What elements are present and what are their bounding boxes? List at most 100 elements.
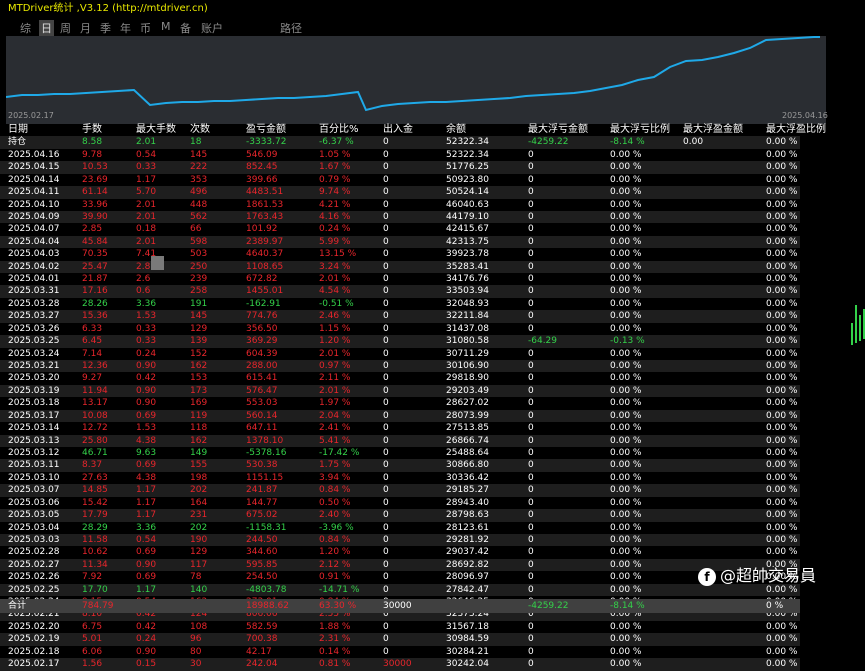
cell-pct: 2.01 % [319, 385, 351, 396]
cell-pnl: 1378.10 [246, 435, 284, 446]
cell-balance: 31437.08 [446, 323, 489, 334]
total-mfl: -4259.22 [528, 601, 569, 611]
table-row: 2025.03.20 9.27 0.42 153 615.41 2.11 % 0 29818.… [0, 372, 800, 384]
cell-flow: 0 [383, 385, 389, 396]
cell-pnl: 546.09 [246, 149, 278, 160]
cell-balance: 28123.61 [446, 522, 489, 533]
cell-pnl: 2389.97 [246, 236, 284, 247]
tab-9[interactable]: 账户 [201, 20, 223, 36]
table-row: 2025.03.06 15.42 1.17 164 144.77 0.50 % 0 28943… [0, 497, 800, 509]
cell-balance: 28096.97 [446, 572, 489, 583]
cell-pct: 0.84 % [319, 534, 351, 545]
cell-count: 191 [190, 298, 208, 309]
tab-7[interactable]: M [161, 20, 171, 33]
facebook-logo-icon: f [698, 567, 716, 586]
cell-pnl: 530.38 [246, 460, 278, 471]
cell-flow: 0 [383, 149, 389, 160]
cell-date: 2025.03.03 [8, 534, 60, 545]
cell-mflp: 0.00 % [610, 398, 642, 409]
cell-flow: 0 [383, 646, 389, 657]
cell-count: 129 [190, 547, 208, 558]
cell-mfl: 0 [528, 559, 534, 570]
table-row: 2025.02.17 1.56 0.15 30 242.04 0.81 % 30000 302… [0, 658, 800, 671]
table-row: 2025.03.28 28.26 3.36 191 -162.91 -0.51 % 0 320… [0, 298, 800, 310]
table-row: 2025.04.16 9.78 0.54 145 546.09 1.05 % 0 52322.… [0, 149, 800, 161]
cell-date: 2025.04.07 [8, 224, 60, 235]
cell-mfl: 0 [528, 385, 534, 396]
total-mflp: -8.14 % [610, 601, 645, 611]
cell-mflp: 0.00 % [610, 497, 642, 508]
cell-pct: 1.15 % [319, 323, 351, 334]
cell-mfpp: 0.00 % [766, 348, 798, 359]
cell-pnl: 700.38 [246, 634, 278, 645]
table-row: 2025.03.24 7.14 0.24 152 604.39 2.01 % 0 30711.… [0, 348, 800, 360]
cell-pnl: 4483.51 [246, 187, 284, 198]
table-row: 2025.04.02 25.47 2.81 250 1108.65 3.24 % 0 3528… [0, 260, 800, 274]
cell-balance: 35283.41 [446, 261, 489, 272]
cell-max_lots: 1.17 [136, 174, 157, 185]
cell-mfpp: 0.00 % [766, 659, 798, 670]
cell-mfl: 0 [528, 224, 534, 235]
cell-max_lots: 0.33 [136, 323, 157, 334]
cell-count: 598 [190, 236, 208, 247]
cell-flow: 0 [383, 485, 389, 496]
cell-balance: 30284.21 [446, 646, 489, 657]
cell-date: 2025.03.25 [8, 336, 60, 347]
cell-count: 次数 [190, 124, 210, 135]
cell-mflp: 0.00 % [610, 274, 642, 285]
cell-mfpp: 0.00 % [766, 261, 798, 272]
cell-balance: 34176.76 [446, 274, 489, 285]
tab-8[interactable]: 备 [180, 20, 191, 36]
cell-mfl: 0 [528, 274, 534, 285]
cell-lots: 10.53 [82, 162, 108, 173]
cell-mfpp: 0.00 % [766, 274, 798, 285]
table-row: 2025.02.26 7.92 0.69 78 254.50 0.91 % 0 28096.9… [0, 571, 800, 583]
cell-pnl: 1763.43 [246, 211, 284, 222]
cell-count: 353 [190, 174, 208, 185]
cell-pct: 2.01 % [319, 348, 351, 359]
tab-5[interactable]: 年 [120, 20, 131, 36]
cell-mfpp: 最大浮盈比例 [766, 124, 826, 135]
cell-balance: 30242.04 [446, 659, 489, 670]
cell-balance: 28692.82 [446, 559, 489, 570]
cell-count: 66 [190, 224, 202, 235]
cell-date: 2025.03.20 [8, 373, 60, 384]
cell-mflp: 0.00 % [610, 646, 642, 657]
tab-4[interactable]: 季 [100, 20, 111, 36]
tab-10[interactable]: 路径 [280, 20, 302, 36]
cell-flow: 0 [383, 174, 389, 185]
cell-lots: 28.26 [82, 298, 108, 309]
cell-mfpp: 0.00 % [766, 249, 798, 260]
cell-mfpp: 0.00 % [766, 510, 798, 521]
cell-flow: 0 [383, 187, 389, 198]
cell-count: 145 [190, 149, 208, 160]
tab-3[interactable]: 月 [80, 20, 91, 36]
cell-date: 2025.02.28 [8, 547, 60, 558]
cell-lots: 12.36 [82, 361, 108, 372]
cell-max_lots: 0.18 [136, 224, 157, 235]
tab-0[interactable]: 综 [20, 20, 31, 36]
cell-balance: 51776.25 [446, 162, 489, 173]
cell-mfpp: 0.00 % [766, 311, 798, 322]
cell-mfl: -64.29 [528, 336, 558, 347]
tab-6[interactable]: 币 [140, 20, 151, 36]
cell-pnl: 560.14 [246, 410, 278, 421]
cell-balance: 42313.75 [446, 236, 489, 247]
cell-lots: 33.96 [82, 199, 108, 210]
cell-mflp: 0.00 % [610, 298, 642, 309]
cell-date: 2025.04.15 [8, 162, 60, 173]
cell-mflp: 0.00 % [610, 621, 642, 632]
cell-count: 222 [190, 162, 208, 173]
row-marker [151, 256, 164, 270]
tab-2[interactable]: 周 [60, 20, 71, 36]
cell-mfpp: 0.00 % [766, 634, 798, 645]
cell-balance: 29185.27 [446, 485, 489, 496]
cell-pct: 2.46 % [319, 311, 351, 322]
cell-max_lots: 2.01 [136, 236, 157, 247]
cell-mfpp: 0.00 % [766, 447, 798, 458]
cell-balance: 29281.92 [446, 534, 489, 545]
cell-pnl: 244.50 [246, 534, 278, 545]
cell-count: 78 [190, 572, 202, 583]
tab-1[interactable]: 日 [39, 20, 54, 36]
mini-bars-icon [851, 305, 865, 345]
